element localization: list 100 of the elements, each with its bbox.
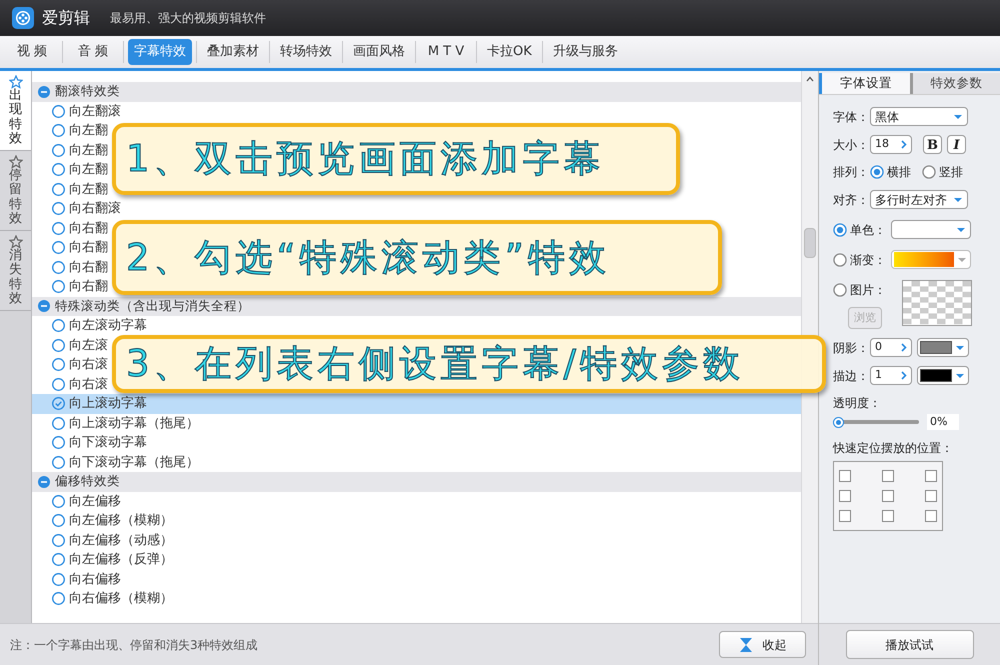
effect-option[interactable]: 向右偏移 [69, 570, 121, 589]
settings-tab[interactable]: 字体设置 [819, 73, 910, 94]
font-dropdown[interactable]: 黑体 [870, 107, 968, 126]
effect-option[interactable]: 向右偏移（模糊） [69, 589, 173, 608]
radio-button[interactable] [870, 165, 884, 179]
radio-button[interactable] [52, 494, 65, 508]
radio-button[interactable] [52, 104, 65, 118]
effect-option[interactable]: 向上滚动字幕（拖尾） [69, 414, 199, 433]
side-tab[interactable]: 出现特效 [0, 71, 31, 151]
menu-tab[interactable]: 字幕特效 [128, 39, 192, 65]
menu-tab[interactable]: 视 频 [6, 39, 58, 65]
play-button[interactable]: 播放试试 [846, 630, 974, 659]
effect-option[interactable]: 向左翻 [69, 140, 108, 160]
effect-option[interactable]: 向左偏移（动感） [69, 530, 173, 550]
shadow-spinner[interactable]: 0 [870, 338, 912, 357]
menu-tab[interactable]: 升级与服务 [546, 39, 624, 65]
color-dropdown[interactable] [917, 338, 969, 357]
radio-button[interactable] [833, 252, 847, 266]
radio-button[interactable] [52, 534, 65, 547]
radio-button[interactable] [52, 202, 65, 216]
radio-button[interactable] [52, 592, 65, 606]
position-checkbox[interactable] [839, 490, 851, 502]
effect-option[interactable]: 向上滚动字幕 [69, 394, 147, 414]
position-checkbox[interactable] [839, 510, 851, 522]
menu-tab[interactable]: 卡拉OK [481, 39, 538, 65]
radio-label[interactable]: 竖排 [939, 163, 963, 181]
effect-option[interactable]: 向左滚 [69, 336, 108, 355]
position-checkbox[interactable] [925, 470, 937, 482]
menu-tab[interactable]: M T V [420, 39, 472, 65]
italic-button[interactable]: I [947, 135, 966, 154]
radio-button[interactable] [52, 163, 65, 176]
effect-option[interactable]: 向左滚动字幕 [69, 316, 147, 336]
collapse-icon[interactable] [38, 300, 50, 312]
side-tab[interactable]: 消失特效 [0, 231, 31, 311]
effect-option[interactable]: 向右翻滚 [69, 199, 121, 218]
radio-button[interactable] [833, 282, 847, 296]
radio-button[interactable] [833, 222, 847, 236]
stroke-spinner[interactable]: 1 [870, 366, 912, 385]
radio-label[interactable]: 渐变： [850, 250, 888, 268]
menu-tab[interactable]: 转场特效 [274, 39, 338, 65]
effect-option[interactable]: 向右滚 [69, 355, 108, 374]
radio-button[interactable] [52, 553, 65, 566]
effect-option[interactable]: 向下滚动字幕（拖尾） [69, 452, 199, 472]
position-checkbox[interactable] [882, 470, 894, 482]
radio-button[interactable] [52, 182, 65, 196]
radio-button[interactable] [52, 280, 65, 294]
menu-tab[interactable]: 叠加素材 [201, 39, 265, 65]
effect-option[interactable]: 向左偏移（模糊） [69, 511, 173, 530]
effect-option[interactable]: 向左翻 [69, 180, 108, 199]
check-circle-icon[interactable] [52, 397, 65, 410]
radio-button[interactable] [52, 572, 65, 586]
side-tab[interactable]: 停留特效 [0, 151, 31, 231]
radio-button[interactable] [52, 124, 65, 138]
radio-button[interactable] [52, 319, 65, 332]
radio-button[interactable] [52, 514, 65, 528]
effect-option[interactable]: 向左偏移（反弹） [69, 550, 173, 570]
position-checkbox[interactable] [882, 490, 894, 502]
radio-button[interactable] [52, 338, 65, 352]
radio-button[interactable] [52, 260, 65, 274]
collapse-icon[interactable] [38, 86, 50, 98]
color-dropdown[interactable] [917, 366, 969, 385]
menu-tab[interactable]: 音 频 [67, 39, 119, 65]
radio-button[interactable] [52, 241, 65, 254]
collapse-button[interactable]: 收起 [719, 631, 806, 658]
opacity-slider[interactable] [833, 416, 919, 428]
position-checkbox[interactable] [839, 470, 851, 482]
size-spinner[interactable]: 18 [870, 135, 912, 154]
menu-tab[interactable]: 画面风格 [347, 39, 411, 65]
radio-button[interactable] [52, 378, 65, 391]
effect-option[interactable]: 向左偏移 [69, 492, 121, 511]
radio-button[interactable] [52, 358, 65, 372]
settings-tab[interactable]: 特效参数 [910, 73, 1000, 94]
radio-label[interactable]: 图片： [850, 280, 888, 298]
effect-option[interactable]: 向右翻 [69, 258, 108, 277]
radio-button[interactable] [52, 144, 65, 157]
radio-button[interactable] [52, 416, 65, 430]
effect-option[interactable]: 向右翻 [69, 238, 108, 258]
slider-thumb[interactable] [833, 416, 844, 428]
effect-option[interactable]: 向下滚动字幕 [69, 433, 147, 452]
color-dropdown[interactable] [891, 220, 971, 239]
radio-button[interactable] [52, 456, 65, 469]
effect-option[interactable]: 向右滚 [69, 374, 108, 394]
group-header[interactable]: 偏移特效类 [55, 472, 120, 492]
scrollbar-thumb[interactable] [804, 228, 816, 258]
radio-button[interactable] [922, 165, 936, 179]
effect-option[interactable]: 向左翻 [69, 160, 108, 180]
effect-option[interactable]: 向左翻滚 [69, 102, 121, 121]
selected-row-highlight[interactable]: 向上滚动字幕 [32, 394, 801, 414]
collapse-icon[interactable] [38, 476, 50, 488]
radio-button[interactable] [52, 436, 65, 450]
bold-button[interactable]: B [923, 135, 942, 154]
group-header[interactable]: 翻滚特效类 [55, 82, 120, 102]
position-checkbox[interactable] [925, 490, 937, 502]
position-checkbox[interactable] [925, 510, 937, 522]
position-checkbox[interactable] [882, 510, 894, 522]
align-dropdown[interactable]: 多行时左对齐 [870, 190, 968, 209]
radio-label[interactable]: 横排 [887, 163, 911, 181]
effect-option[interactable]: 向右翻 [69, 277, 108, 296]
radio-label[interactable]: 单色： [850, 220, 888, 238]
radio-button[interactable] [52, 222, 65, 235]
